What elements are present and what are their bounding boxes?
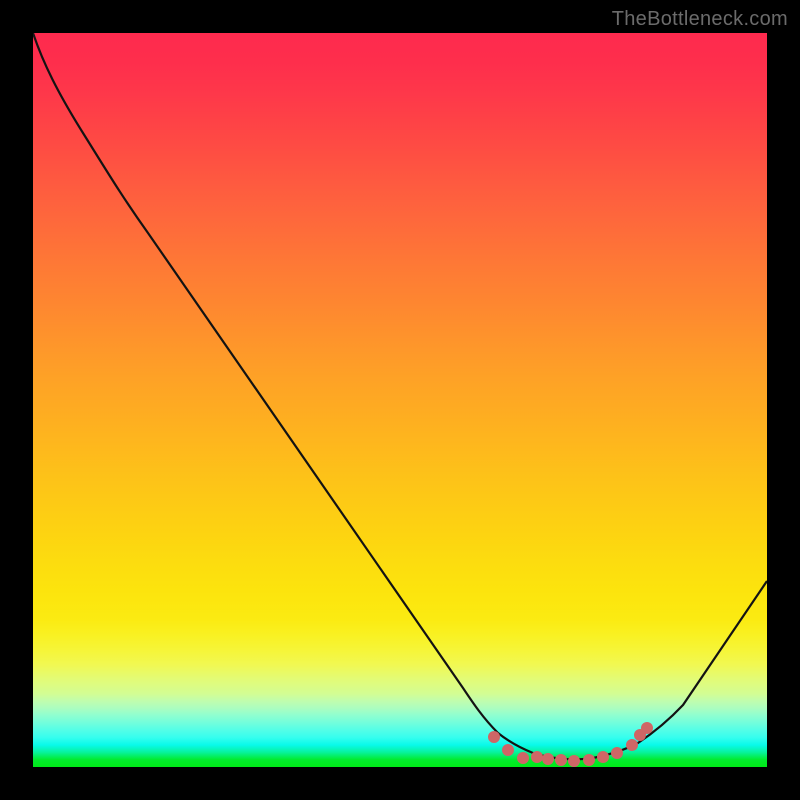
curve-svg [33,33,767,767]
chart-plot-area [33,33,767,767]
watermark-text: TheBottleneck.com [612,8,788,31]
bottleneck-curve-path [33,33,767,759]
